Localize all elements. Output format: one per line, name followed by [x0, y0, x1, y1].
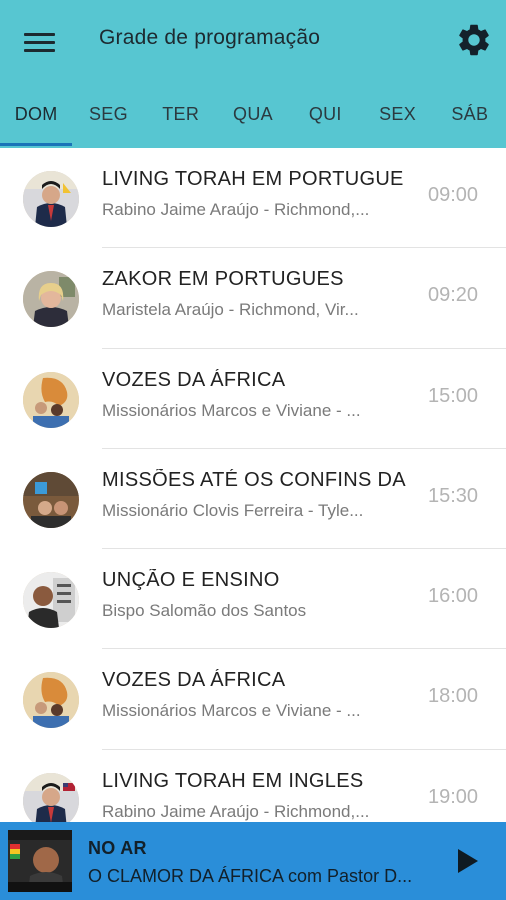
day-tabs: DOM SEG TER QUA QUI SEX SÁB	[0, 88, 506, 148]
avatar	[23, 772, 79, 822]
avatar	[23, 271, 79, 328]
now-playing-thumbnail	[8, 830, 72, 892]
program-title: LIVING TORAH EM INGLES	[102, 769, 364, 792]
avatar	[23, 572, 79, 629]
program-time: 15:00	[428, 384, 479, 407]
list-item[interactable]: LIVING TORAH EM INGLES Rabino Jaime Araú…	[0, 750, 506, 822]
program-time: 18:00	[428, 685, 479, 708]
program-list: LIVING TORAH EM PORTUGUE Rabino Jaime Ar…	[0, 148, 506, 822]
program-host: Missionário Clovis Ferreira - Tyle...	[102, 500, 364, 520]
gear-icon[interactable]	[455, 21, 493, 59]
tab-qua[interactable]: QUA	[217, 88, 289, 148]
tab-dom[interactable]: DOM	[0, 88, 73, 148]
list-item[interactable]: UNÇÃO E ENSINO Bispo Salomão dos Santos …	[0, 549, 506, 650]
avatar	[23, 471, 79, 528]
tab-sab[interactable]: SÁB	[434, 88, 506, 148]
avatar	[23, 371, 79, 428]
program-time: 09:00	[428, 184, 479, 206]
list-item[interactable]: ZAKOR EM PORTUGUES Maristela Araújo - Ri…	[0, 248, 506, 349]
program-host: Missionários Marcos e Viviane - ...	[102, 400, 361, 420]
program-time: 16:00	[428, 585, 479, 608]
tab-sex[interactable]: SEX	[361, 88, 433, 148]
program-host: Missionários Marcos e Viviane - ...	[102, 701, 361, 721]
app-bar: Grade de programação DOM SEG TER QUA QUI…	[0, 0, 506, 148]
list-item[interactable]: VOZES DA ÁFRICA Missionários Marcos e Vi…	[0, 649, 506, 751]
program-host: Bispo Salomão dos Santos	[102, 601, 307, 621]
program-title: VOZES DA ÁFRICA	[102, 669, 286, 692]
now-playing-bar[interactable]: NO AR O CLAMOR DA ÁFRICA com Pastor D...	[0, 822, 506, 900]
now-playing-title: O CLAMOR DA ÁFRICA com Pastor D...	[88, 866, 413, 886]
play-icon[interactable]	[456, 848, 480, 874]
program-time: 19:00	[428, 785, 479, 808]
program-host: Rabino Jaime Araújo - Richmond,...	[102, 801, 370, 821]
tab-ter[interactable]: TER	[145, 88, 217, 148]
program-time: 09:20	[428, 284, 479, 307]
tab-seg[interactable]: SEG	[72, 88, 144, 148]
avatar	[23, 672, 79, 729]
program-title: VOZES DA ÁFRICA	[102, 368, 286, 391]
page-title: Grade de programação	[99, 26, 321, 49]
program-title: MISSÕES ATÉ OS CONFINS DA	[102, 468, 406, 491]
tab-qui[interactable]: QUI	[289, 88, 361, 148]
program-title: ZAKOR EM PORTUGUES	[102, 268, 344, 291]
program-title: UNÇÃO E ENSINO	[102, 569, 280, 592]
list-item[interactable]: VOZES DA ÁFRICA Missionários Marcos e Vi…	[0, 349, 506, 450]
list-item[interactable]: MISSÕES ATÉ OS CONFINS DA Missionário Cl…	[0, 449, 506, 550]
program-time: 15:30	[428, 484, 479, 507]
on-air-label: NO AR	[88, 838, 147, 858]
menu-icon[interactable]	[24, 29, 56, 55]
program-host: Rabino Jaime Araújo - Richmond,...	[102, 200, 370, 219]
program-host: Maristela Araújo - Richmond, Vir...	[102, 300, 359, 320]
program-title: LIVING TORAH EM PORTUGUE	[102, 168, 404, 190]
avatar	[23, 171, 79, 227]
list-item[interactable]: LIVING TORAH EM PORTUGUE Rabino Jaime Ar…	[0, 148, 506, 249]
